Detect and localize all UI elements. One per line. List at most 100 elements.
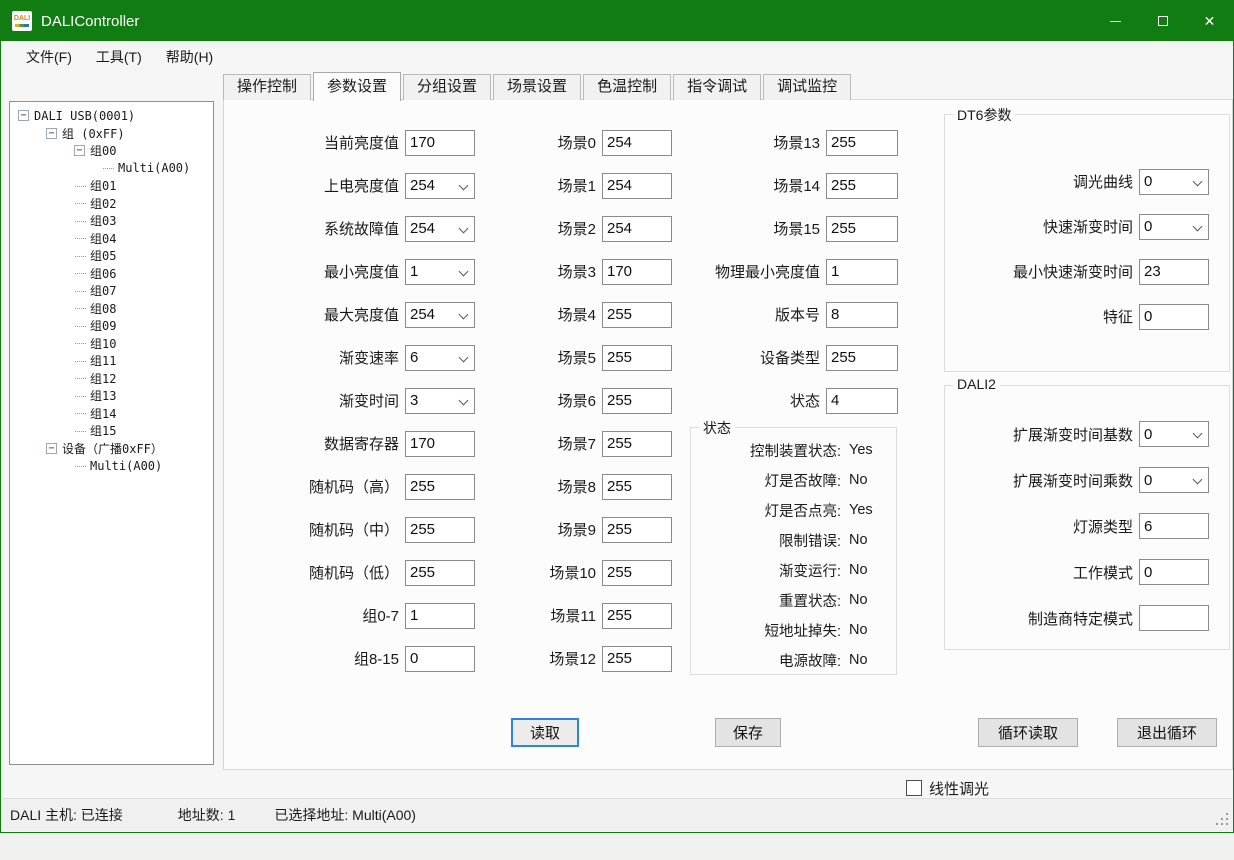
- expand-collapse-icon[interactable]: −: [74, 408, 85, 419]
- field-input[interactable]: [827, 174, 897, 198]
- tab[interactable]: 指令调试: [673, 74, 761, 100]
- expand-collapse-icon[interactable]: −: [74, 303, 85, 314]
- save-button[interactable]: 保存: [715, 718, 781, 747]
- tree-item[interactable]: − 组13: [10, 387, 213, 405]
- field-input[interactable]: [1140, 260, 1208, 284]
- field-input[interactable]: [406, 432, 474, 456]
- field-input[interactable]: [1140, 560, 1208, 584]
- expand-collapse-icon[interactable]: −: [46, 443, 57, 454]
- field-input[interactable]: [603, 131, 671, 155]
- expand-collapse-icon[interactable]: −: [74, 338, 85, 349]
- tab[interactable]: 场景设置: [493, 74, 581, 100]
- tree-item[interactable]: − Multi(A00): [10, 160, 213, 178]
- tree-item[interactable]: − DALI USB(0001): [10, 107, 213, 125]
- field-input[interactable]: [603, 604, 671, 628]
- field-input[interactable]: [603, 647, 671, 671]
- tree-item[interactable]: − 组03: [10, 212, 213, 230]
- expand-collapse-icon[interactable]: −: [74, 145, 85, 156]
- tree-item[interactable]: − 组 (0xFF): [10, 125, 213, 143]
- tree-item[interactable]: − 组10: [10, 335, 213, 353]
- field-input[interactable]: [827, 217, 897, 241]
- tab[interactable]: 分组设置: [403, 74, 491, 100]
- expand-collapse-icon[interactable]: −: [74, 198, 85, 209]
- expand-collapse-icon[interactable]: −: [74, 320, 85, 331]
- field-input[interactable]: [603, 303, 671, 327]
- expand-collapse-icon[interactable]: −: [18, 110, 29, 121]
- tree-item[interactable]: − Multi(A00): [10, 457, 213, 475]
- field-input[interactable]: [827, 389, 897, 413]
- minimize-button[interactable]: [1092, 1, 1139, 41]
- field-input[interactable]: [603, 561, 671, 585]
- tree-item[interactable]: − 组09: [10, 317, 213, 335]
- field-input[interactable]: [603, 432, 671, 456]
- expand-collapse-icon[interactable]: −: [74, 180, 85, 191]
- expand-collapse-icon[interactable]: −: [74, 390, 85, 401]
- expand-collapse-icon[interactable]: −: [46, 128, 57, 139]
- close-button[interactable]: ✕: [1186, 1, 1233, 41]
- field-input[interactable]: [1140, 514, 1208, 538]
- expand-collapse-icon[interactable]: −: [74, 460, 85, 471]
- field-input[interactable]: [603, 475, 671, 499]
- expand-collapse-icon[interactable]: −: [74, 233, 85, 244]
- field-input[interactable]: [603, 346, 671, 370]
- field-box: [602, 646, 672, 672]
- tree-item[interactable]: − 组14: [10, 405, 213, 423]
- field-box: [826, 345, 898, 371]
- field-box: [405, 302, 475, 328]
- field-input[interactable]: [1140, 606, 1208, 630]
- status-label: 电源故障:: [691, 650, 841, 671]
- tab[interactable]: 操作控制: [223, 74, 311, 100]
- field-input[interactable]: [406, 475, 474, 499]
- field-input[interactable]: [603, 518, 671, 542]
- field-input[interactable]: [603, 217, 671, 241]
- tab[interactable]: 色温控制: [583, 74, 671, 100]
- tree-item[interactable]: − 组08: [10, 300, 213, 318]
- expand-collapse-icon[interactable]: −: [74, 268, 85, 279]
- field-input[interactable]: [827, 260, 897, 284]
- tree-item[interactable]: − 组06: [10, 265, 213, 283]
- maximize-button[interactable]: [1139, 1, 1186, 41]
- field-input[interactable]: [406, 518, 474, 542]
- tree-item-label: Multi(A00): [118, 161, 190, 175]
- tree-item[interactable]: − 组05: [10, 247, 213, 265]
- tree-item[interactable]: − 组01: [10, 177, 213, 195]
- menu-item[interactable]: 文件(F): [14, 43, 84, 71]
- field-input[interactable]: [827, 131, 897, 155]
- expand-collapse-icon[interactable]: −: [74, 373, 85, 384]
- expand-collapse-icon[interactable]: −: [74, 285, 85, 296]
- tree-item[interactable]: − 组00: [10, 142, 213, 160]
- expand-collapse-icon[interactable]: −: [74, 355, 85, 366]
- tree-item[interactable]: − 组15: [10, 422, 213, 440]
- tree-item[interactable]: − 组07: [10, 282, 213, 300]
- linear-dim-checkbox[interactable]: [906, 780, 922, 796]
- field-input[interactable]: [827, 346, 897, 370]
- exit-loop-button[interactable]: 退出循环: [1117, 718, 1217, 747]
- field-input[interactable]: [603, 260, 671, 284]
- tree-item[interactable]: − 设备（广播0xFF）: [10, 440, 213, 458]
- field-input[interactable]: [603, 174, 671, 198]
- expand-collapse-icon[interactable]: −: [74, 250, 85, 261]
- menu-item[interactable]: 工具(T): [84, 43, 154, 71]
- tree-item[interactable]: − 组04: [10, 230, 213, 248]
- field-input[interactable]: [827, 303, 897, 327]
- tab[interactable]: 参数设置: [313, 72, 401, 101]
- field-input[interactable]: [1140, 305, 1208, 329]
- field-label: 组0-7: [224, 605, 399, 626]
- field-input[interactable]: [406, 131, 474, 155]
- field-input[interactable]: [406, 604, 474, 628]
- loop-read-button[interactable]: 循环读取: [978, 718, 1078, 747]
- field-input[interactable]: [406, 561, 474, 585]
- tree-item[interactable]: − 组02: [10, 195, 213, 213]
- resize-grip[interactable]: [1215, 812, 1228, 825]
- tree-item[interactable]: − 组11: [10, 352, 213, 370]
- tab[interactable]: 调试监控: [763, 74, 851, 100]
- expand-collapse-icon[interactable]: −: [74, 215, 85, 226]
- field-input[interactable]: [603, 389, 671, 413]
- expand-collapse-icon[interactable]: −: [74, 425, 85, 436]
- tree-item[interactable]: − 组12: [10, 370, 213, 388]
- menu-item[interactable]: 帮助(H): [154, 43, 225, 71]
- read-button[interactable]: 读取: [511, 718, 579, 747]
- field-input[interactable]: [406, 647, 474, 671]
- expand-collapse-icon[interactable]: −: [102, 163, 113, 174]
- device-tree[interactable]: − DALI USB(0001) − 组 (0xFF) − 组00 − Mult…: [9, 101, 214, 765]
